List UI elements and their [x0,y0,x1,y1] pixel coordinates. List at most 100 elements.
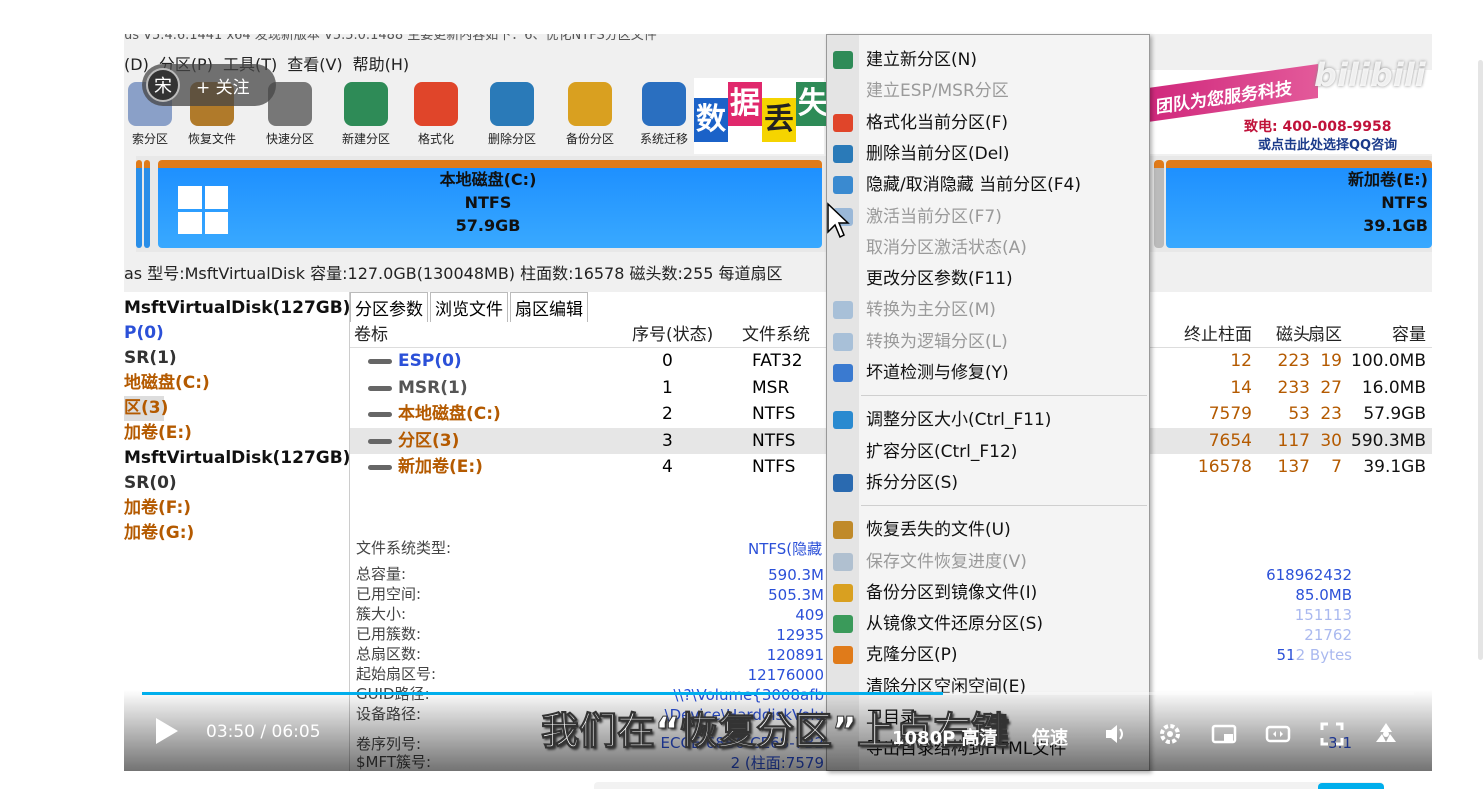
ad-char: 数 [694,98,728,142]
toolbar-button[interactable]: 格式化 [398,78,474,154]
progress-fill [142,692,944,695]
context-menu-item[interactable]: 克隆分区(P) [827,640,1149,670]
toolbar-label: 格式化 [417,132,454,146]
play-icon[interactable] [156,718,178,744]
tree-node[interactable]: SR(0) [124,471,349,496]
quality-button[interactable]: 1080P 高清 [892,724,998,750]
backup-icon [833,583,853,602]
prop-value: 12935 [776,626,824,644]
drive-icon [368,359,392,364]
toolbar-button[interactable]: 备份分区 [552,78,628,154]
column-header-capacity[interactable]: 容量 [1392,322,1426,348]
danmaku-icon[interactable] [1372,720,1400,748]
context-menu-label: 激活当前分区(F7) [866,206,1002,227]
context-menu-item[interactable]: 格式化当前分区(F) [827,108,1149,138]
context-menu-label: 格式化当前分区(F) [866,112,1009,133]
tree-node[interactable]: MsftVirtualDisk(127GB) [124,296,350,321]
context-menu-item[interactable]: 备份分区到镜像文件(I) [827,578,1149,608]
progress-bar[interactable] [142,692,1414,695]
floating-panel[interactable] [1292,602,1374,668]
row-capacity: 16.0MB [1361,377,1426,398]
column-header-volume[interactable]: 卷标 [354,322,388,348]
ad-banner[interactable]: 数据丢失 [694,78,830,154]
row-index: 1 [662,377,673,398]
send-button[interactable] [1318,783,1384,789]
context-menu-item[interactable]: 坏道检测与修复(Y) [827,358,1149,388]
video-frame[interactable]: us V5.4.6.1441 x64 发现新版本 V5.5.0.1488 主要更… [124,34,1432,771]
context-menu-item[interactable]: 从镜像文件还原分区(S) [827,609,1149,639]
context-menu-item[interactable]: 删除当前分区(Del) [827,139,1149,169]
prop-label: 总容量: [356,565,407,583]
prop-fs-type-label: 文件系统类型: [356,539,452,557]
partition-seg-esp[interactable] [136,160,142,248]
partition-seg-3[interactable] [1154,160,1164,248]
row-fs: NTFS [752,404,796,424]
column-header-head[interactable]: 磁头 [1276,322,1310,348]
widescreen-icon[interactable] [1264,720,1292,748]
follow-button[interactable]: 宋 + 关注 [142,64,276,106]
context-menu-item[interactable]: 恢复丢失的文件(U) [827,515,1149,545]
bilibili-logo: bilibili [1314,56,1426,94]
row-sector: 7 [1331,457,1342,477]
context-menu-label: 转换为主分区(M) [866,300,996,321]
partition-seg-msr[interactable] [144,160,150,248]
column-header-fs[interactable]: 文件系统 [742,322,810,348]
tree-node[interactable]: MsftVirtualDisk(127GB) [124,446,350,471]
fullscreen-icon[interactable] [1318,720,1346,748]
tab-0[interactable]: 分区参数 [350,292,428,322]
context-menu-item[interactable]: 更改分区参数(F11) [827,264,1149,294]
ad-qq-link[interactable]: 或点击此处选择QQ咨询 [1258,134,1397,153]
row-head: 233 [1277,377,1310,398]
settings-gear-icon[interactable] [1156,720,1184,748]
prop-value: 590.3M [768,566,824,584]
prop-label: 已用空间: [356,585,422,603]
row-capacity: 39.1GB [1363,457,1426,477]
context-menu-label: 拆分分区(S) [866,472,959,493]
context-menu-item[interactable]: 建立新分区(N) [827,45,1149,75]
prop-label: 已用簇数: [356,625,422,643]
tree-node[interactable]: 加卷(G:) [124,521,349,546]
speed-button[interactable]: 倍速 [1032,724,1068,750]
tree-node[interactable]: 区(3) [124,396,168,421]
panel-tabs: 分区参数 浏览文件 扇区编辑 [350,292,590,322]
toolbar-button[interactable]: 删除分区 [474,78,550,154]
page-scrollbar[interactable] [1478,60,1483,660]
column-header-index[interactable]: 序号(状态) [632,322,713,348]
column-header-end_cyl[interactable]: 终止柱面 [1184,322,1252,348]
menu-item[interactable]: (D) [124,55,149,74]
row-head: 223 [1277,351,1310,371]
volume-icon[interactable] [1102,720,1130,748]
new-partition-icon [833,51,853,69]
partition-e-fs: NTFS [1381,193,1428,212]
menu-separator [861,505,1147,507]
tree-node[interactable]: 地磁盘(C:) [124,371,349,396]
context-menu: 建立新分区(N) 建立ESP/MSR分区 格式化当前分区(F) 删除当前分区(Del)… [826,34,1150,771]
delete-partition-icon [490,82,534,126]
toolbar-button[interactable]: 新建分区 [328,78,404,154]
partition-e-size: 39.1GB [1363,216,1428,235]
column-header-sector[interactable]: 扇区 [1308,322,1342,348]
context-menu-label: 删除当前分区(Del) [866,143,1010,164]
tab-1[interactable]: 浏览文件 [430,292,508,322]
context-menu-item[interactable]: 拆分分区(S) [827,468,1149,498]
row-end_cyl: 16578 [1197,457,1252,477]
context-menu-item[interactable]: 扩容分区(Ctrl_F12) [827,437,1149,467]
tree-node[interactable]: SR(1) [124,346,349,371]
partition-seg-e[interactable]: 新加卷(E:) NTFS 39.1GB [1166,160,1432,248]
toolbar-label: 备份分区 [565,132,614,146]
tree-node[interactable]: 加卷(F:) [124,496,349,521]
tree-node[interactable]: 加卷(E:) [124,421,349,446]
tab-2[interactable]: 扇区编辑 [510,292,588,322]
drive-icon [368,438,392,444]
pip-icon[interactable] [1210,720,1238,748]
partition-seg-c[interactable]: 本地磁盘(C:) NTFS 57.9GB [158,160,822,248]
context-menu-item[interactable]: 调整分区大小(Ctrl_F11) [827,405,1149,435]
menu-item[interactable]: 帮助(H) [353,55,410,74]
context-menu-item[interactable]: 隐藏/取消隐藏 当前分区(F4) [827,170,1149,200]
menu-item[interactable]: 查看(V) [287,55,342,74]
context-menu-label: 调整分区大小(Ctrl_F11) [866,410,1052,431]
ad-phone: 致电: 400-008-9958 [1244,119,1392,135]
tree-node[interactable]: P(0) [124,321,349,346]
backup-partition-icon [568,82,612,126]
toolbar-button[interactable]: 系统迁移 [626,78,702,154]
